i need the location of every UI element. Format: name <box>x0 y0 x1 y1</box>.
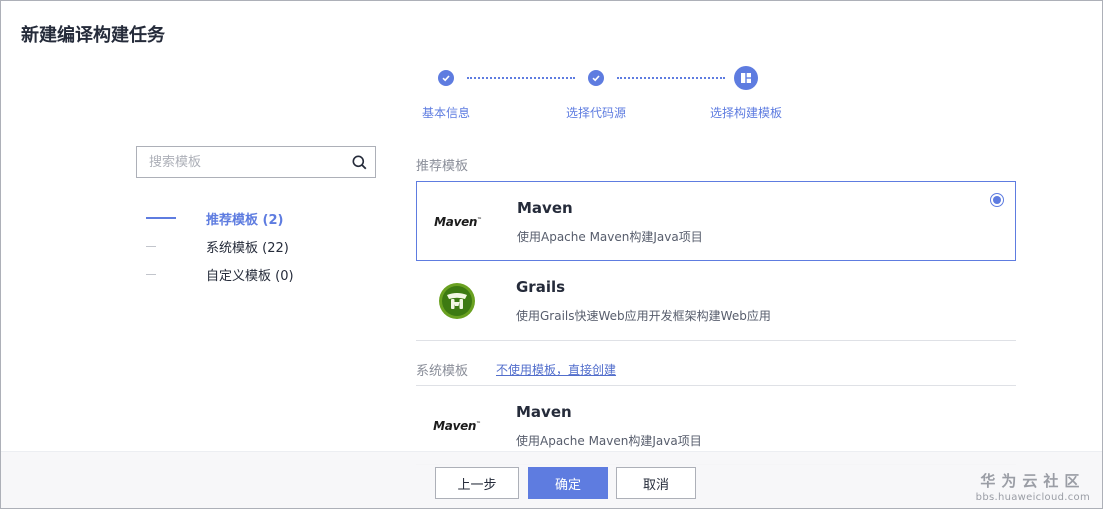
step-3-template-grid-icon <box>734 66 758 90</box>
search-input[interactable] <box>137 147 343 177</box>
maven-logo: Maven™ <box>433 419 481 433</box>
category-recommended[interactable]: 推荐模板 (2) <box>146 208 283 228</box>
system-section-label: 系统模板 <box>416 364 469 379</box>
cancel-button[interactable]: 取消 <box>616 467 696 499</box>
step-1-check-icon <box>438 70 454 86</box>
template-card-grails[interactable]: Grails 使用Grails快速Web应用开发框架构建Web应用 <box>416 261 1016 341</box>
step-1-label: 基本信息 <box>422 106 471 120</box>
template-name: Maven <box>517 199 573 217</box>
category-system[interactable]: 系统模板 (22) <box>146 236 289 256</box>
dialog-title: 新建编译构建任务 <box>21 25 165 46</box>
step-3-label: 选择构建模板 <box>710 106 783 120</box>
watermark-title: 华为云社区 <box>980 472 1086 490</box>
template-desc: 使用Grails快速Web应用开发框架构建Web应用 <box>516 309 771 323</box>
template-search <box>136 146 376 178</box>
template-radio-selected[interactable] <box>990 193 1004 207</box>
category-indicator <box>146 273 156 275</box>
maven-logo: Maven™ <box>434 215 482 229</box>
category-label: 自定义模板 (0) <box>206 268 294 284</box>
step-2-label: 选择代码源 <box>566 106 627 120</box>
step-connector-1 <box>467 77 575 79</box>
template-card-maven-recommended[interactable]: Maven™ Maven 使用Apache Maven构建Java项目 <box>416 181 1016 261</box>
step-2-check-icon <box>588 70 604 86</box>
create-without-template-link[interactable]: 不使用模板，直接创建 <box>496 361 616 378</box>
template-desc: 使用Apache Maven构建Java项目 <box>516 434 702 448</box>
radio-dot <box>993 196 1001 204</box>
prev-step-button[interactable]: 上一步 <box>435 467 519 499</box>
search-icon[interactable] <box>343 147 375 177</box>
template-desc: 使用Apache Maven构建Java项目 <box>517 230 703 244</box>
category-indicator <box>146 245 156 247</box>
watermark-url: bbs.huaweicloud.com <box>975 492 1090 503</box>
category-label: 系统模板 (22) <box>206 240 289 256</box>
step-connector-2 <box>617 77 725 79</box>
recommended-section-label: 推荐模板 <box>416 159 469 174</box>
category-active-indicator <box>146 217 176 219</box>
confirm-button[interactable]: 确定 <box>528 467 608 499</box>
category-custom[interactable]: 自定义模板 (0) <box>146 264 294 284</box>
category-label: 推荐模板 (2) <box>206 212 284 228</box>
grails-logo-icon <box>434 281 480 321</box>
new-build-task-dialog: 新建编译构建任务 基本信息 选择代码源 选择构建模板 搜索模板 推荐模板 (2)… <box>0 0 1103 509</box>
watermark: 华为云社区 bbs.huaweicloud.com <box>976 470 1090 503</box>
template-name: Grails <box>516 278 566 296</box>
dialog-footer: 上一步 确定 取消 <box>1 451 1102 508</box>
template-name: Maven <box>516 403 572 421</box>
